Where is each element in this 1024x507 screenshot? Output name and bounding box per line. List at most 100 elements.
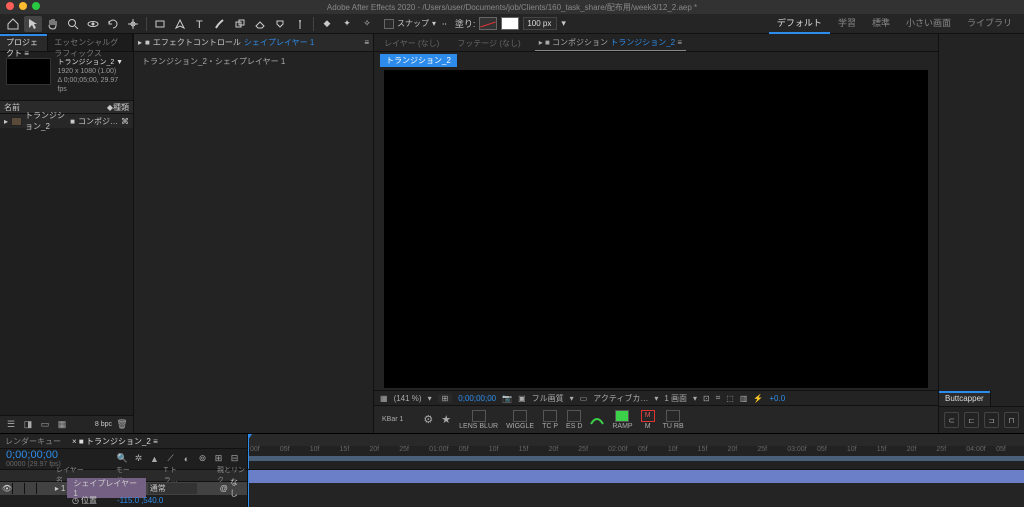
toggle-mask-icon[interactable]: ⊡ <box>703 394 710 403</box>
chevron-down-icon[interactable]: ▾ <box>561 18 566 29</box>
visibility-icon[interactable]: 👁 <box>2 483 13 494</box>
project-row[interactable]: ▸ トランジション_2 ■ コンポジ… ⌘ <box>0 114 133 128</box>
world-axis-icon[interactable]: ✦ <box>338 16 356 32</box>
snap-mode-icon[interactable]: ⸱⸱ <box>442 17 447 30</box>
selection-tool[interactable] <box>24 16 42 32</box>
cap-proj-icon[interactable]: ⊐ <box>984 412 999 428</box>
fullscreen-window-button[interactable] <box>32 2 40 10</box>
stroke-swatch-white[interactable] <box>501 17 519 30</box>
tab-layer-none[interactable]: レイヤー (なし) <box>380 36 443 51</box>
tab-composition[interactable]: ▸ ■ コンポジション トランジション_2 ≡ <box>535 35 686 51</box>
position-y-value[interactable]: ,540.0 <box>141 496 163 505</box>
interpret-icon[interactable]: ☰ <box>4 418 18 432</box>
cap-join-icon[interactable]: ⊓ <box>1004 412 1019 428</box>
twirl-icon[interactable]: ▸ <box>138 38 142 47</box>
fill-swatch-none[interactable] <box>479 17 497 30</box>
kbar-ramp[interactable]: RAMP <box>612 410 632 430</box>
graph-editor-icon[interactable]: ⊞ <box>212 452 225 465</box>
effect-target-link[interactable]: シェイプレイヤー 1 <box>244 37 314 48</box>
bpc-toggle[interactable]: 8 bpc <box>95 421 112 428</box>
stopwatch-icon[interactable]: ◷ <box>72 496 79 505</box>
workspace-item-standard[interactable]: 標準 <box>864 13 898 34</box>
composition-viewer[interactable] <box>384 70 928 388</box>
kbar-wiggle[interactable]: WIGGLE <box>506 410 534 430</box>
layer-bar-1[interactable] <box>248 470 1024 483</box>
comp-flowchart-badge[interactable]: トランジション_2 <box>380 54 457 67</box>
active-camera-dropdown[interactable]: アクティブカ… <box>593 393 648 404</box>
tab-buttcapper[interactable]: Buttcapper <box>939 391 991 406</box>
eraser-tool[interactable] <box>251 16 269 32</box>
kbar-tcp[interactable]: TC P <box>542 410 558 430</box>
tab-effect-controls[interactable]: エフェクトコントロール <box>153 37 241 48</box>
track-area[interactable] <box>248 470 1024 507</box>
kbar-esd[interactable]: ES D <box>566 410 582 430</box>
snapshot-icon[interactable]: 📷 <box>502 394 512 403</box>
exposure-value[interactable]: +0.0 <box>769 394 785 403</box>
solo-icon[interactable] <box>14 483 25 494</box>
tab-essential-graphics[interactable]: エッセンシャルグラフィックス <box>48 34 133 51</box>
new-folder-icon[interactable]: ▭ <box>38 418 52 432</box>
workspace-item-learn[interactable]: 学習 <box>830 13 864 34</box>
playhead[interactable] <box>248 434 249 469</box>
layer-prop-row[interactable]: ◷ 位置 -115.0,540.0 <box>0 495 247 507</box>
tab-timeline-comp[interactable]: × ■ トランジション_2 ≡ <box>67 435 163 448</box>
star-icon[interactable]: ★ <box>441 413 451 426</box>
clone-tool[interactable] <box>231 16 249 32</box>
zoom-tool[interactable] <box>64 16 82 32</box>
close-window-button[interactable] <box>6 2 14 10</box>
comp-mini-flow-icon[interactable]: ✲ <box>132 452 145 465</box>
column-type[interactable]: 種類 <box>113 102 129 113</box>
blend-mode-dropdown[interactable]: 通常 <box>148 483 197 494</box>
rect-tool[interactable] <box>151 16 169 32</box>
current-timecode[interactable]: 0;00;00;00 <box>6 449 61 461</box>
brainstorm-icon[interactable]: ⊟ <box>228 452 241 465</box>
cap-butt-icon[interactable]: ⊏ <box>964 412 979 428</box>
panel-menu-icon[interactable]: ≡ <box>364 38 369 47</box>
region-icon[interactable]: ▣ <box>518 394 526 403</box>
local-axis-icon[interactable]: ◆ <box>318 16 336 32</box>
project-thumb[interactable] <box>6 58 51 85</box>
twirl-icon[interactable]: ▸ <box>55 484 59 493</box>
pickwhip-icon[interactable]: @ <box>220 484 228 493</box>
toggle-3d-icon[interactable]: ⬚ <box>726 394 734 403</box>
new-comp-icon[interactable]: ▦ <box>55 418 69 432</box>
time-display[interactable]: 0;00;00;00 <box>458 394 496 403</box>
chevron-down-icon[interactable]: ▾ <box>432 19 436 28</box>
pixel-ar-icon[interactable]: ▥ <box>740 394 748 403</box>
stroke-width-field[interactable] <box>523 17 557 30</box>
search-icon[interactable]: 🔍 <box>116 452 129 465</box>
views-dropdown[interactable]: 1 画面 <box>664 393 687 404</box>
pen-tool[interactable] <box>171 16 189 32</box>
workspace-item-library[interactable]: ライブラリ <box>959 13 1020 34</box>
workspace-item-small[interactable]: 小さい画面 <box>898 13 959 34</box>
tab-project[interactable]: プロジェクト ≡ <box>0 34 48 51</box>
kbar-turb[interactable]: TU RB <box>663 410 684 430</box>
puppet-tool[interactable] <box>291 16 309 32</box>
kbar-m[interactable]: MM <box>641 410 655 430</box>
depth-icon[interactable]: ◨ <box>21 418 35 432</box>
layer-row-1[interactable]: 👁 ▸ 1 シェイプレイヤー 1 通常 @ なし <box>0 482 247 495</box>
twirl-icon[interactable]: ▸ <box>4 117 8 126</box>
checkbox-icon[interactable] <box>384 19 394 29</box>
full-res-dropdown[interactable]: フル画質 <box>532 393 564 404</box>
minimize-window-button[interactable] <box>19 2 27 10</box>
hide-shy-icon[interactable]: ⟋ <box>164 452 177 465</box>
rotate-tool[interactable] <box>104 16 122 32</box>
cap-round-icon[interactable]: ⊂ <box>944 412 959 428</box>
resolution-dropdown[interactable]: ⊞ <box>438 394 453 403</box>
anchor-tool[interactable] <box>124 16 142 32</box>
flowchart-icon[interactable]: ⌘ <box>121 117 129 126</box>
frame-blend-icon[interactable]: ◐ <box>180 452 193 465</box>
roto-tool[interactable] <box>271 16 289 32</box>
motion-blur-icon[interactable]: ⊚ <box>196 452 209 465</box>
grid-icon[interactable]: ▦ <box>380 394 388 403</box>
trash-icon[interactable]: 🗑 <box>115 418 129 432</box>
home-icon[interactable] <box>4 16 22 32</box>
tab-footage-none[interactable]: フッテージ (なし) <box>453 36 524 51</box>
lock-icon[interactable] <box>26 483 37 494</box>
kbar-lensblur[interactable]: LENS BLUR <box>459 410 498 430</box>
zoom-value[interactable]: (141 %) <box>394 394 422 403</box>
text-tool[interactable]: T <box>191 16 209 32</box>
workspace-item-default[interactable]: デフォルト <box>769 13 830 34</box>
draft3d-icon[interactable]: ▲ <box>148 452 161 465</box>
